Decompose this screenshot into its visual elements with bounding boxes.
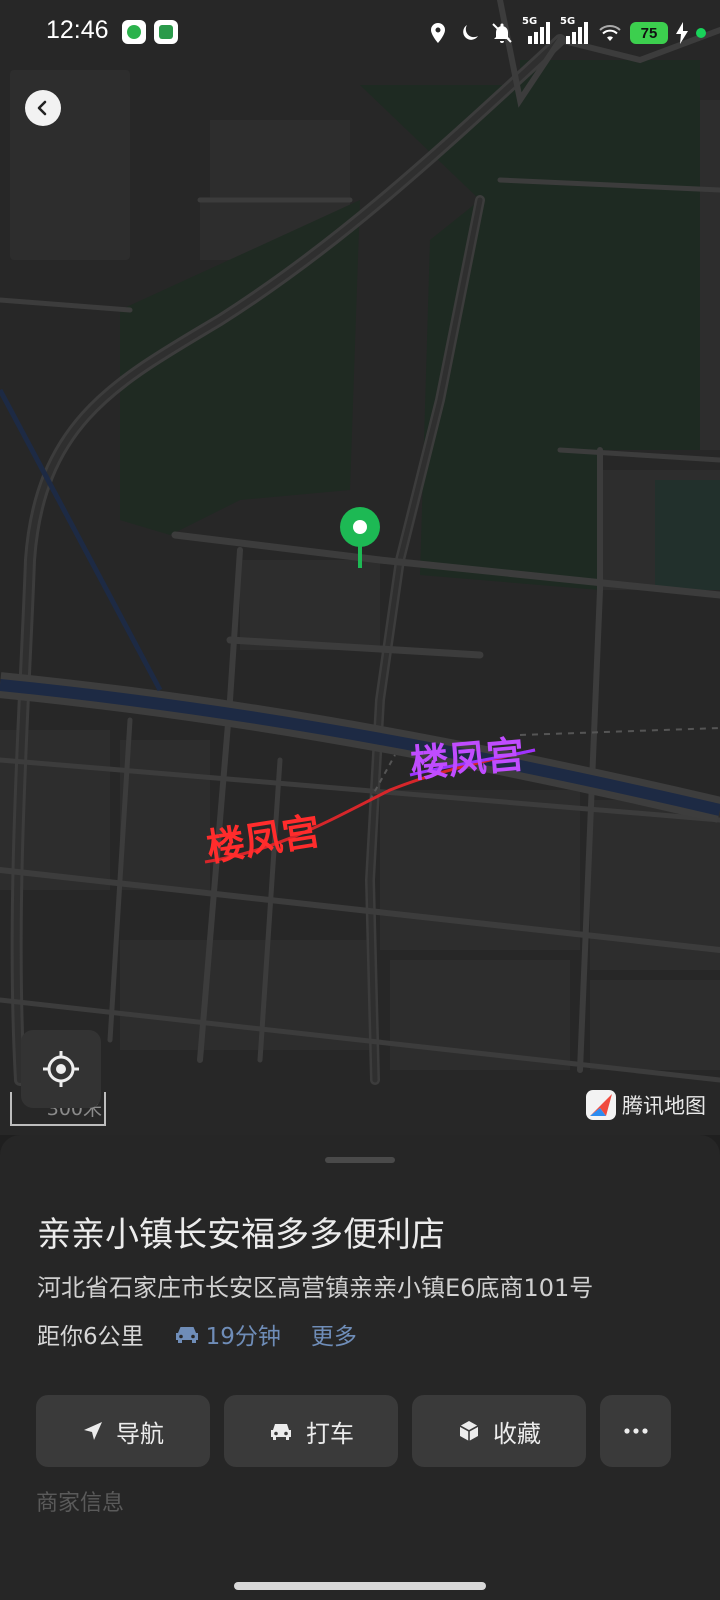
navigation-arrow-icon [84,1422,102,1440]
crosshair-icon [43,1051,79,1087]
charging-icon [676,22,688,44]
poi-title: 亲亲小镇长安福多多便利店 [37,1215,445,1255]
poi-address: 河北省石家庄市长安区高营镇亲亲小镇E6底商101号 [37,1274,594,1302]
more-link[interactable]: 更多 [311,1317,357,1351]
drive-time-link[interactable]: 19分钟 [174,1317,281,1351]
navigate-button[interactable]: 导航 [36,1395,210,1467]
poi-detail-sheet[interactable]: 亲亲小镇长安福多多便利店 河北省石家庄市长安区高营镇亲亲小镇E6底商101号 距… [0,1135,720,1600]
action-bar: 导航 打车 收藏 [36,1395,671,1467]
signal-icon: 5G [522,16,552,46]
status-time: 12:46 [46,16,109,44]
poi-distance: 距你6公里 [37,1324,144,1350]
tencent-map-icon [586,1090,616,1120]
more-options-button[interactable] [600,1395,671,1467]
app-icon [154,20,178,44]
drive-time: 19分钟 [205,1324,281,1350]
taxi-icon [271,1424,291,1440]
moon-icon [463,25,478,40]
poi-meta-row: 距你6公里 19分钟 更多 [37,1317,357,1351]
locate-me-button[interactable] [21,1030,101,1108]
cube-icon [459,1421,479,1441]
home-indicator[interactable] [234,1582,486,1590]
status-bar: 12:46 5G 5G 75 [0,0,720,66]
favorite-label: 收藏 [493,1419,541,1448]
bell-off-icon [492,23,512,43]
map-canvas[interactable]: 楼凤宫 楼凤宫 [0,0,720,1135]
wifi-icon [599,25,621,41]
map-view[interactable]: 楼凤宫 楼凤宫 [0,0,720,1135]
signal-icon: 5G [560,16,590,46]
navigate-label: 导航 [116,1419,164,1448]
location-icon [431,23,445,43]
map-provider-logo: 腾讯地图 [586,1090,706,1120]
back-button[interactable] [25,90,61,126]
taxi-label: 打车 [306,1419,354,1448]
car-icon [175,1327,198,1343]
more-dots-icon [623,1428,648,1434]
privacy-dot-icon [696,28,706,38]
wechat-icon [122,20,146,44]
merchant-info-heading: 商家信息 [36,1491,125,1516]
chevron-left-icon [37,100,47,116]
map-provider-name: 腾讯地图 [622,1094,706,1118]
favorite-button[interactable]: 收藏 [412,1395,586,1467]
taxi-button[interactable]: 打车 [224,1395,398,1467]
status-icons: 5G 5G 75 [426,16,706,48]
sheet-drag-handle[interactable] [325,1157,395,1163]
battery-indicator: 75 [630,22,668,44]
